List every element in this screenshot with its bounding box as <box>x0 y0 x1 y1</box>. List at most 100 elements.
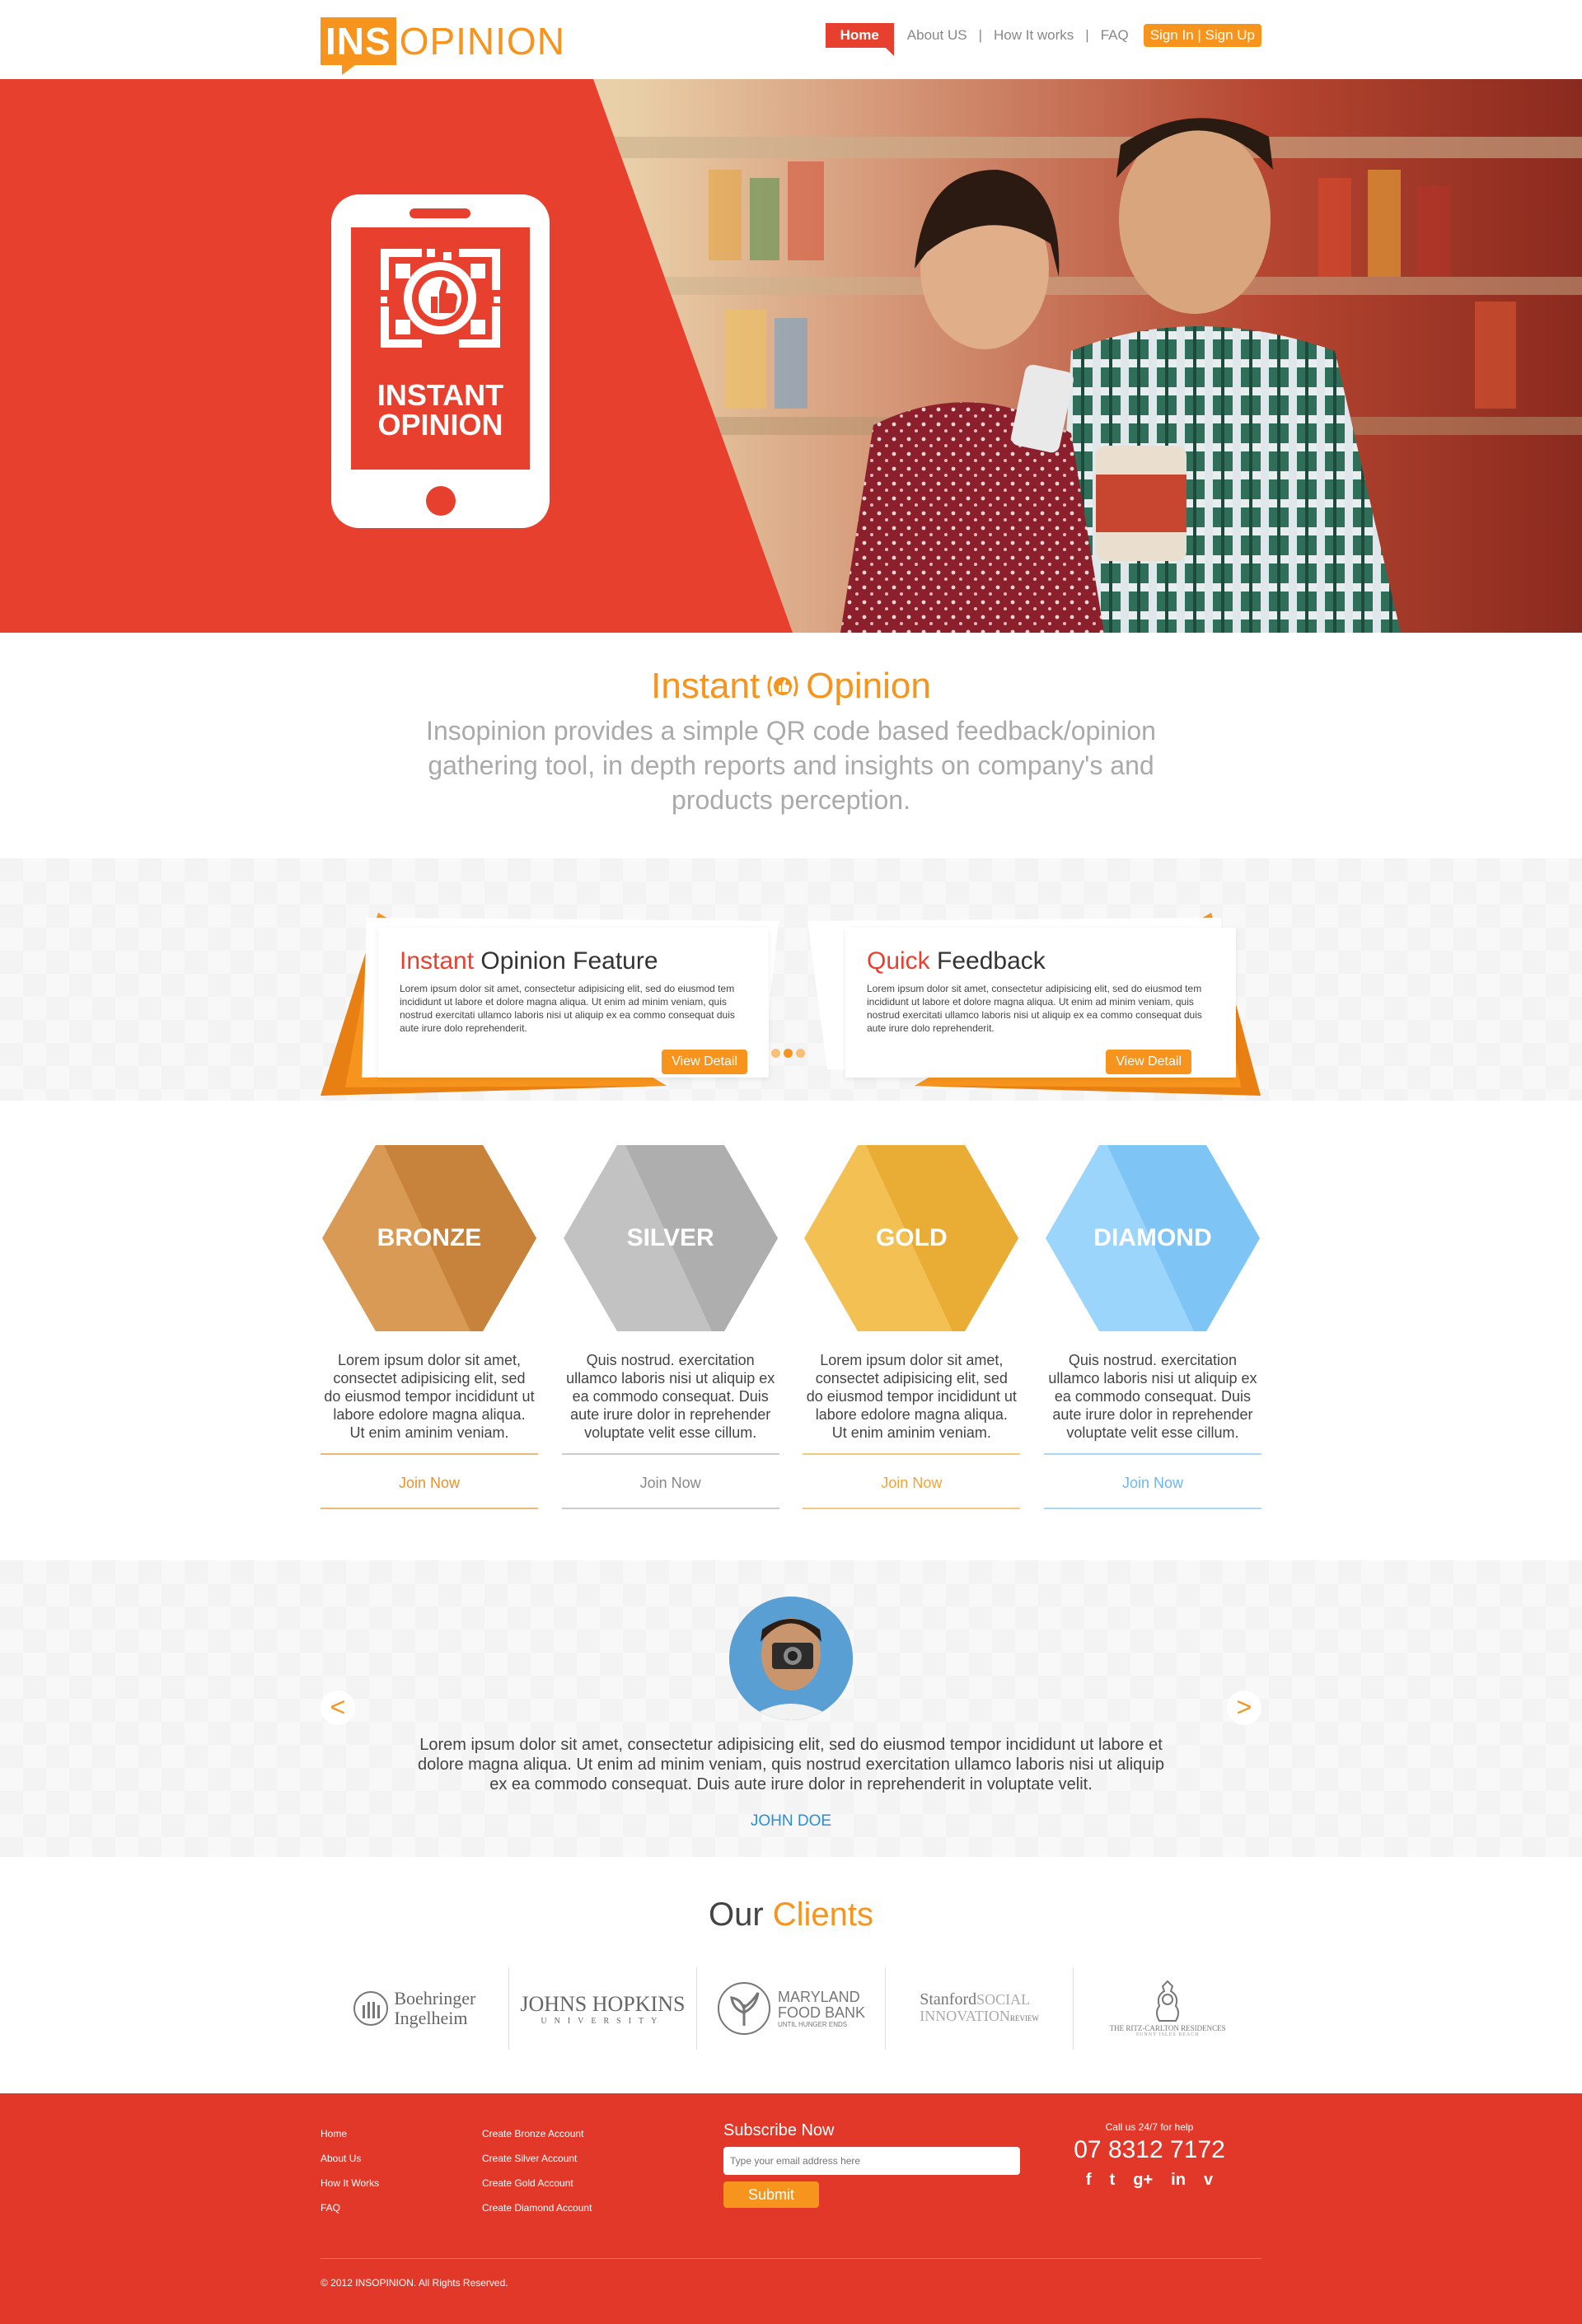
nav-how-it-works[interactable]: How It works <box>982 27 1085 44</box>
ritz-line2: SUNNY ISLES BEACH <box>1135 2032 1200 2037</box>
site-footer: Home About Us How It Works FAQ Create Br… <box>0 2093 1582 2324</box>
join-now-link[interactable]: Join Now <box>803 1453 1021 1509</box>
feature-title: Instant Opinion Feature <box>400 947 747 975</box>
footer-link-diamond[interactable]: Create Diamond Account <box>482 2202 592 2227</box>
ssir-review: REVIEW <box>1009 2013 1039 2022</box>
testimonial-next-button[interactable]: > <box>1227 1690 1261 1725</box>
feature-carousel-dots <box>771 1049 805 1058</box>
footer-link-home[interactable]: Home <box>321 2128 379 2153</box>
thumbs-up-signal-icon <box>767 676 798 697</box>
phone-home-button <box>426 486 456 516</box>
jhu-line1: JOHNS HOPKINS <box>520 1991 686 2016</box>
nav-home[interactable]: Home <box>825 23 895 56</box>
client-logo-maryland-food-bank[interactable]: MARYLAND FOOD BANK UNTIL HUNGER ENDS <box>697 1967 886 2050</box>
client-logo-ritz-carlton[interactable]: THE RITZ-CARLTON RESIDENCES SUNNY ISLES … <box>1074 1967 1261 2050</box>
feature-title-highlight: Instant <box>400 947 475 975</box>
ritz-lion-crest-icon <box>1156 1980 1180 2022</box>
client-logo-boehringer[interactable]: Boehringer Ingelheim <box>321 1967 509 2050</box>
phone-text-opinion: OPINION <box>377 408 503 442</box>
mfb-line2: FOOD BANK <box>777 2004 865 2021</box>
footer-links-main: Home About Us How It Works FAQ <box>321 2128 379 2227</box>
twitter-icon[interactable]: t <box>1110 2171 1116 2190</box>
feature-title-highlight: Quick <box>867 947 930 975</box>
footer-link-faq[interactable]: FAQ <box>321 2202 379 2227</box>
phone-number: 07 8312 7172 <box>1074 2136 1225 2163</box>
facebook-icon[interactable]: f <box>1086 2171 1092 2190</box>
plan-gold: GOLD Lorem ipsum dolor sit amet, consect… <box>803 1145 1021 1509</box>
testimonial-author: JOHN DOE <box>750 1812 832 1830</box>
plan-bronze: BRONZE Lorem ipsum dolor sit amet, conse… <box>321 1145 538 1509</box>
membership-plans: BRONZE Lorem ipsum dolor sit amet, conse… <box>321 1145 1261 1509</box>
plan-name: DIAMOND <box>1093 1224 1212 1251</box>
plan-name: BRONZE <box>377 1224 482 1251</box>
feature-card-instant-opinion: Instant Opinion Feature Lorem ipsum dolo… <box>321 881 792 1111</box>
client-logo-stanford-ssir[interactable]: StanfordSOCIAL INNOVATIONREVIEW <box>886 1967 1074 2050</box>
view-detail-button[interactable]: View Detail <box>1106 1050 1191 1074</box>
logo-ins-text: INS <box>321 17 396 75</box>
clients-section: Our Clients Boehringer Ingelheim JOHNS H… <box>0 1896 1582 2050</box>
feature-body: Lorem ipsum dolor sit amet, consectetur … <box>400 983 735 1034</box>
linkedin-icon[interactable]: in <box>1171 2171 1186 2190</box>
footer-links-accounts: Create Bronze Account Create Silver Acco… <box>482 2128 592 2227</box>
site-header: INS OPINION Home About US | How It works… <box>0 0 1582 79</box>
intro-title: Instant Opinion <box>0 666 1582 707</box>
footer-link-bronze[interactable]: Create Bronze Account <box>482 2128 592 2153</box>
join-now-link[interactable]: Join Now <box>561 1453 779 1509</box>
boehringer-line2: Ingelheim <box>394 2008 468 2028</box>
main-nav: Home About US | How It works | FAQ Sign … <box>825 23 1261 56</box>
phone-text-instant: INSTANT <box>377 378 504 412</box>
testimonial-quote: Lorem ipsum dolor sit amet, consectetur … <box>417 1736 1164 1793</box>
ssir-social: SOCIAL <box>976 1990 1031 2008</box>
clients-title-our: Our <box>708 1896 764 1933</box>
subscribe-form: Subscribe Now Submit <box>723 2121 1020 2208</box>
footer-divider <box>321 2258 1261 2259</box>
features-section: Instant Opinion Feature Lorem ipsum dolo… <box>0 858 1582 1101</box>
food-bank-leaf-icon <box>717 1982 770 2035</box>
jhu-line2: UNIVERSITY <box>541 2016 665 2026</box>
clients-title-clients: Clients <box>763 1896 874 1933</box>
email-field[interactable] <box>723 2147 1020 2175</box>
site-logo[interactable]: INS OPINION <box>321 16 565 75</box>
carousel-dot-active[interactable] <box>784 1049 793 1058</box>
client-logo-johns-hopkins[interactable]: JOHNS HOPKINS UNIVERSITY <box>509 1967 698 2050</box>
clients-title: Our Clients <box>0 1896 1582 1934</box>
testimonial-avatar <box>729 1597 853 1720</box>
carousel-dot[interactable] <box>796 1049 805 1058</box>
avatar-photo <box>729 1597 853 1720</box>
phone-screen: INSTANT OPINION <box>351 227 530 470</box>
sign-in-sign-up-button[interactable]: Sign In | Sign Up <box>1143 24 1261 47</box>
testimonial-section: < > Lorem ipsum dolor sit amet, consecte… <box>0 1560 1582 1857</box>
footer-contact: Call us 24/7 for help 07 8312 7172 f t g… <box>1063 2121 1236 2190</box>
plan-hexagon: GOLD <box>804 1145 1019 1331</box>
qr-thumbs-up-icon <box>381 249 500 348</box>
ritz-line1: THE RITZ-CARLTON RESIDENCES <box>1109 2024 1226 2032</box>
footer-link-about[interactable]: About Us <box>321 2153 379 2177</box>
ssir-innovation: INNOVATION <box>920 2007 1010 2024</box>
view-detail-button[interactable]: View Detail <box>662 1050 747 1074</box>
footer-link-how[interactable]: How It Works <box>321 2177 379 2202</box>
nav-faq[interactable]: FAQ <box>1089 27 1140 44</box>
join-now-link[interactable]: Join Now <box>321 1453 538 1509</box>
social-icons: f t g+ in v <box>1063 2171 1236 2190</box>
nav-about[interactable]: About US <box>894 27 979 44</box>
plan-name: GOLD <box>875 1224 948 1251</box>
intro-section: Instant Opinion Insopinion provides a si… <box>0 666 1582 817</box>
footer-link-silver[interactable]: Create Silver Account <box>482 2153 592 2177</box>
mfb-line1: MARYLAND <box>777 1988 860 2005</box>
join-now-link[interactable]: Join Now <box>1043 1453 1261 1509</box>
plan-silver: SILVER Quis nostrud. exercitation ullamc… <box>561 1145 779 1509</box>
carousel-dot[interactable] <box>771 1049 780 1058</box>
subscribe-title: Subscribe Now <box>723 2121 835 2139</box>
submit-button[interactable]: Submit <box>723 2181 819 2208</box>
intro-description: Insopinion provides a simple QR code bas… <box>426 716 1156 815</box>
help-text: Call us 24/7 for help <box>1105 2121 1194 2133</box>
footer-link-gold[interactable]: Create Gold Account <box>482 2177 592 2202</box>
vimeo-icon[interactable]: v <box>1204 2171 1213 2190</box>
feature-title-rest: Feedback <box>929 947 1046 975</box>
feature-card-quick-feedback: Quick Feedback Lorem ipsum dolor sit ame… <box>799 881 1271 1111</box>
plan-hexagon: DIAMOND <box>1045 1145 1260 1331</box>
google-plus-icon[interactable]: g+ <box>1133 2171 1153 2190</box>
testimonial-prev-button[interactable]: < <box>321 1690 355 1725</box>
mfb-line3: UNTIL HUNGER ENDS <box>777 2020 848 2028</box>
plan-description: Lorem ipsum dolor sit amet, consectet ad… <box>324 1352 535 1441</box>
